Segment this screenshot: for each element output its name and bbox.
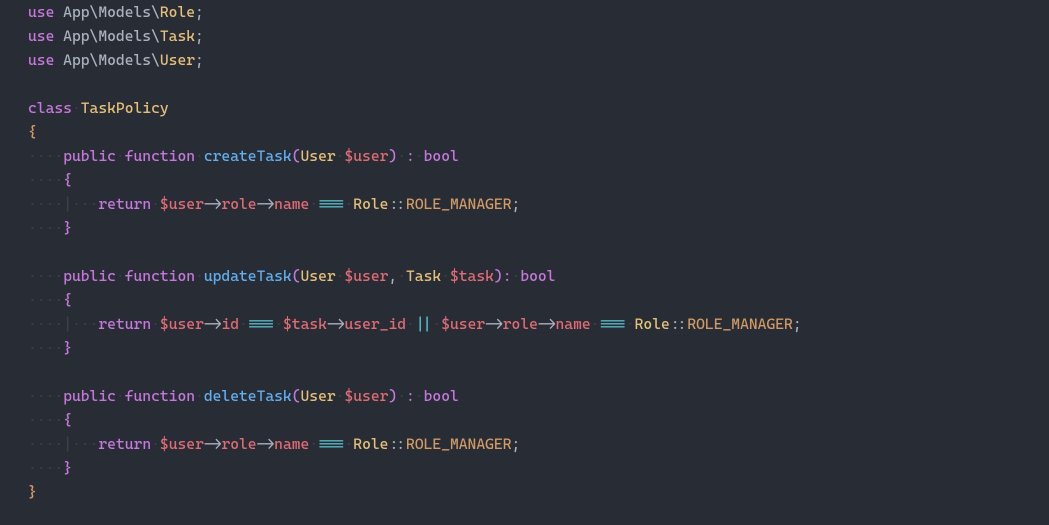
code-line: } (28, 483, 37, 501)
code-line: ····public·function·createTask(User·$use… (28, 147, 459, 165)
code-line: ····|···return·$user->role->name·===·Rol… (28, 435, 520, 453)
code-line: ····|···return·$user->id·===·$task->user… (28, 315, 802, 333)
code-line: ····} (28, 339, 72, 357)
code-line: ····|···return·$user->role->name·===·Rol… (28, 195, 520, 213)
code-line: ····{ (28, 411, 72, 429)
code-line: ····{ (28, 171, 72, 189)
code-line: class·TaskPolicy (28, 99, 169, 117)
code-line: ····} (28, 459, 72, 477)
code-editor[interactable]: use App\Models\Role; use App\Models\Task… (0, 0, 1049, 504)
code-line: ····{ (28, 291, 72, 309)
code-line: use App\Models\Role; (28, 3, 204, 21)
code-line: ····} (28, 219, 72, 237)
code-line: use App\Models\Task; (28, 27, 204, 45)
code-line: { (28, 123, 37, 141)
code-line: ····public·function·updateTask(User·$use… (28, 267, 555, 285)
code-line: ····public·function·deleteTask(User·$use… (28, 387, 459, 405)
code-line: use App\Models\User; (28, 51, 204, 69)
